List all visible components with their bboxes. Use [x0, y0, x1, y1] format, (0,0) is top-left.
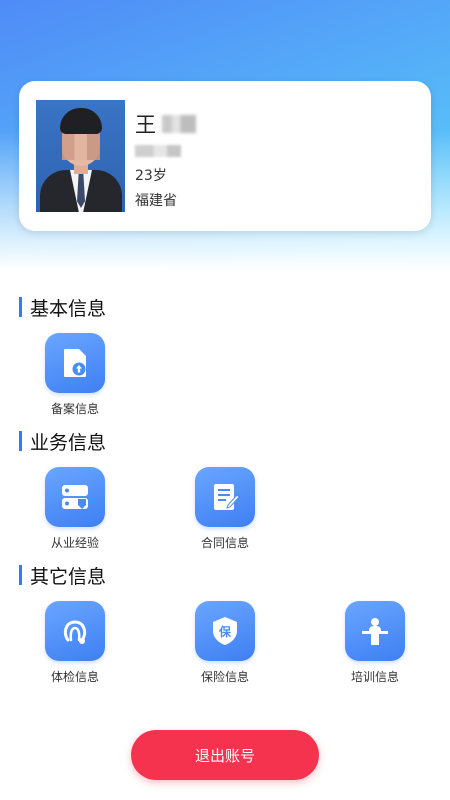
logout-button[interactable]: 退出账号 — [131, 730, 319, 780]
photo-hair — [60, 108, 102, 134]
profile-age: 23岁 — [135, 168, 167, 184]
upload-file-icon — [45, 333, 105, 393]
section-title-business: 业务信息 — [19, 429, 107, 454]
tile-training-info[interactable]: 培训信息 — [320, 601, 430, 685]
profile-photo — [36, 100, 125, 212]
section-title-other: 其它信息 — [19, 563, 107, 588]
training-podium-icon — [345, 601, 405, 661]
section-title-text: 其它信息 — [30, 565, 107, 588]
stethoscope-icon — [45, 601, 105, 661]
tile-label: 备案信息 — [50, 402, 99, 416]
profile-name: 王 — [135, 111, 196, 137]
section-accent-bar — [19, 431, 22, 451]
tile-label: 保险信息 — [200, 670, 249, 684]
tile-label: 体检信息 — [50, 670, 99, 684]
profile-province: 福建省 — [135, 193, 177, 209]
section-accent-bar — [19, 565, 22, 585]
tile-contract-info[interactable]: 合同信息 — [170, 467, 280, 551]
profile-card: 王 23岁 福建省 — [19, 81, 431, 231]
tile-insurance-info[interactable]: 保 保险信息 — [170, 601, 280, 685]
section-title-basic: 基本信息 — [19, 295, 107, 320]
section-accent-bar — [19, 297, 22, 317]
tile-work-experience[interactable]: 从业经验 — [20, 467, 130, 551]
tile-label: 合同信息 — [200, 536, 249, 550]
tile-label: 从业经验 — [50, 536, 99, 550]
contract-icon — [195, 467, 255, 527]
tile-medical-exam[interactable]: 体检信息 — [20, 601, 130, 685]
tile-label: 培训信息 — [350, 670, 399, 684]
section-title-text: 基本信息 — [30, 297, 107, 320]
profile-surname: 王 — [135, 113, 156, 137]
experience-icon — [45, 467, 105, 527]
tile-filing-info[interactable]: 备案信息 — [20, 333, 130, 417]
profile-name-blurred — [162, 115, 196, 133]
section-title-text: 业务信息 — [30, 431, 107, 454]
svg-text:保: 保 — [218, 624, 232, 639]
insurance-shield-icon: 保 — [195, 601, 255, 661]
profile-id-blurred — [135, 145, 181, 157]
